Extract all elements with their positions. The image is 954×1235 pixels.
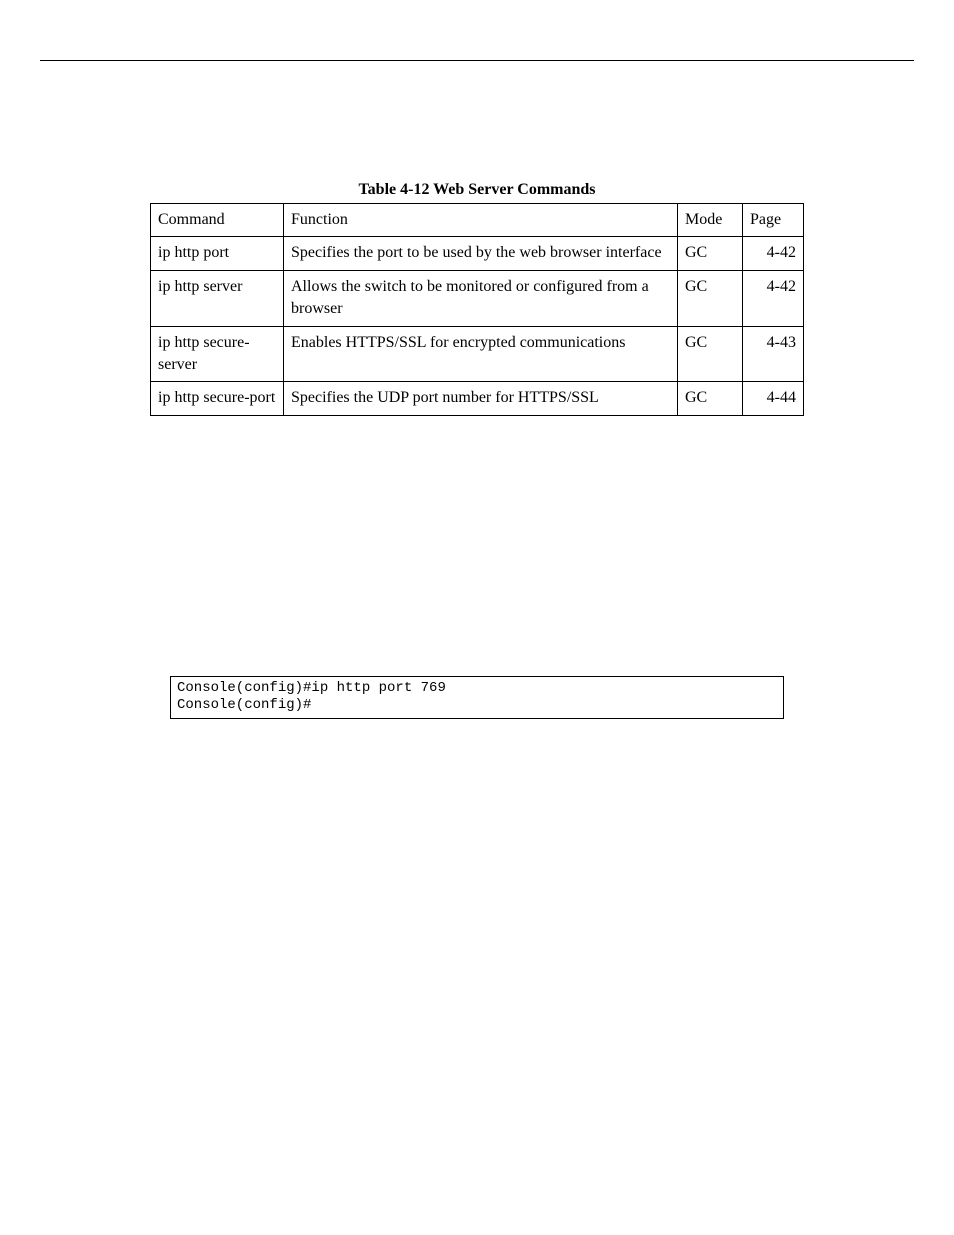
table-row: ip http secure-serverEnables HTTPS/SSL f… [151, 326, 804, 382]
cell-page: 4-43 [743, 326, 804, 382]
header-command: Command [151, 204, 284, 237]
cell-command: ip http secure-server [151, 326, 284, 382]
cell-function: Enables HTTPS/SSL for encrypted communic… [284, 326, 678, 382]
table-title: Table 4-12 Web Server Commands [40, 181, 914, 199]
cell-mode: GC [678, 326, 743, 382]
cell-function: Allows the switch to be monitored or con… [284, 270, 678, 326]
cell-command: ip http port [151, 237, 284, 270]
console-output: Console(config)#ip http port 769 Console… [170, 676, 784, 719]
header-function: Function [284, 204, 678, 237]
header-rule [40, 60, 914, 61]
cell-mode: GC [678, 270, 743, 326]
table-row: ip http secure-portSpecifies the UDP por… [151, 382, 804, 415]
cell-mode: GC [678, 237, 743, 270]
cell-page: 4-42 [743, 270, 804, 326]
table-row: ip http serverAllows the switch to be mo… [151, 270, 804, 326]
table-header-row: Command Function Mode Page [151, 204, 804, 237]
commands-table: Command Function Mode Page ip http portS… [150, 203, 804, 416]
header-mode: Mode [678, 204, 743, 237]
cell-page: 4-42 [743, 237, 804, 270]
cell-function: Specifies the UDP port number for HTTPS/… [284, 382, 678, 415]
cell-function: Specifies the port to be used by the web… [284, 237, 678, 270]
cell-mode: GC [678, 382, 743, 415]
cell-command: ip http secure-port [151, 382, 284, 415]
header-page: Page [743, 204, 804, 237]
cell-command: ip http server [151, 270, 284, 326]
document-page: Table 4-12 Web Server Commands Command F… [0, 0, 954, 759]
table-row: ip http portSpecifies the port to be use… [151, 237, 804, 270]
cell-page: 4-44 [743, 382, 804, 415]
